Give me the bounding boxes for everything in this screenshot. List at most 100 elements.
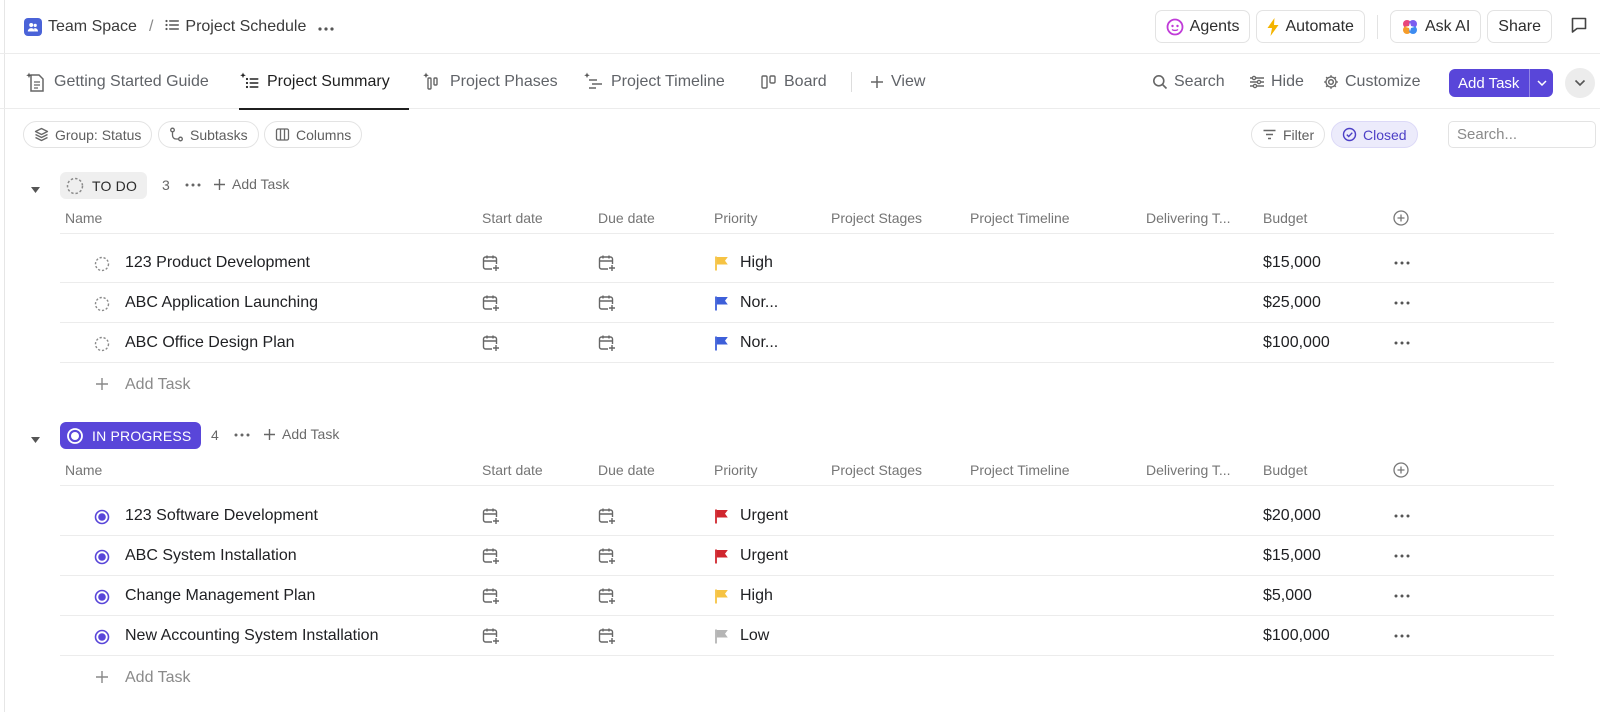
tab-board[interactable]: Board xyxy=(760,55,827,109)
todo-status-icon[interactable] xyxy=(94,256,110,275)
column-budget[interactable]: Budget xyxy=(1263,210,1307,226)
column-start-date[interactable]: Start date xyxy=(482,462,543,478)
calendar-add-icon[interactable] xyxy=(598,627,616,648)
row-more-icon[interactable] xyxy=(1393,548,1411,567)
add-column-icon[interactable] xyxy=(1393,462,1409,481)
row-more-icon[interactable] xyxy=(1393,588,1411,607)
caret-down-icon[interactable] xyxy=(30,431,41,447)
budget-value[interactable]: $15,000 xyxy=(1263,254,1321,272)
flag-urgent-icon[interactable] xyxy=(714,548,730,567)
automate-button[interactable]: Automate xyxy=(1256,10,1365,43)
hide-button[interactable]: Hide xyxy=(1249,55,1304,109)
table-row[interactable]: 123 Product Development High $15,000 xyxy=(0,243,1600,283)
calendar-add-icon[interactable] xyxy=(482,627,500,648)
search-button[interactable]: Search xyxy=(1152,55,1225,109)
status-badge[interactable]: IN PROGRESS xyxy=(60,422,202,449)
calendar-add-icon[interactable] xyxy=(482,507,500,528)
calendar-add-icon[interactable] xyxy=(482,294,500,315)
budget-value[interactable]: $100,000 xyxy=(1263,334,1330,352)
row-more-icon[interactable] xyxy=(1393,335,1411,354)
add-column-icon[interactable] xyxy=(1393,210,1409,229)
calendar-add-icon[interactable] xyxy=(482,547,500,568)
group-add-task-button[interactable]: Add Task xyxy=(263,426,339,442)
customize-button[interactable]: Customize xyxy=(1323,55,1421,109)
table-row[interactable]: 123 Software Development Urgent $20,000 xyxy=(0,496,1600,536)
flag-low-icon[interactable] xyxy=(714,628,730,647)
calendar-add-icon[interactable] xyxy=(598,294,616,315)
todo-status-icon[interactable] xyxy=(94,296,110,315)
priority-label[interactable]: Low xyxy=(740,627,769,645)
more-options-icon[interactable] xyxy=(184,176,202,197)
task-name[interactable]: ABC System Installation xyxy=(125,547,297,565)
group-add-task-button[interactable]: Add Task xyxy=(213,176,289,192)
table-row[interactable]: ABC System Installation Urgent $15,000 xyxy=(0,536,1600,576)
task-name[interactable]: 123 Product Development xyxy=(125,254,310,272)
status-badge[interactable]: TO DO xyxy=(60,172,148,199)
caret-down-icon[interactable] xyxy=(30,181,41,197)
row-more-icon[interactable] xyxy=(1393,628,1411,647)
in-progress-status-icon[interactable] xyxy=(94,629,110,648)
column-delivering[interactable]: Delivering T... xyxy=(1146,210,1231,226)
column-name[interactable]: Name xyxy=(65,462,102,478)
calendar-add-icon[interactable] xyxy=(598,507,616,528)
priority-label[interactable]: High xyxy=(740,587,773,605)
filter-button[interactable]: Filter xyxy=(1251,121,1326,148)
add-view-button[interactable]: View xyxy=(869,55,925,109)
column-priority[interactable]: Priority xyxy=(714,462,758,478)
column-due-date[interactable]: Due date xyxy=(598,462,655,478)
column-project-stages[interactable]: Project Stages xyxy=(831,210,922,226)
closed-toggle-button[interactable]: Closed xyxy=(1331,121,1418,148)
team-space-icon[interactable] xyxy=(24,18,42,36)
task-name[interactable]: ABC Application Launching xyxy=(125,294,318,312)
calendar-add-icon[interactable] xyxy=(598,547,616,568)
breadcrumb-team-space[interactable]: Team Space xyxy=(48,18,137,36)
budget-value[interactable]: $15,000 xyxy=(1263,547,1321,565)
add-task-row[interactable]: Add Task xyxy=(0,364,600,404)
add-task-row[interactable]: Add Task xyxy=(0,657,600,697)
share-button[interactable]: Share xyxy=(1487,10,1552,43)
calendar-add-icon[interactable] xyxy=(482,334,500,355)
in-progress-status-icon[interactable] xyxy=(94,509,110,528)
in-progress-status-icon[interactable] xyxy=(94,589,110,608)
more-options-icon[interactable] xyxy=(318,18,334,36)
row-more-icon[interactable] xyxy=(1393,508,1411,527)
calendar-add-icon[interactable] xyxy=(482,254,500,275)
column-project-timeline[interactable]: Project Timeline xyxy=(970,210,1070,226)
agents-button[interactable]: Agents xyxy=(1154,10,1251,43)
tab-project-timeline[interactable]: Project Timeline xyxy=(583,55,725,109)
tab-project-summary[interactable]: Project Summary xyxy=(239,55,409,110)
group-by-status-button[interactable]: Group: Status xyxy=(23,121,153,148)
more-options-icon[interactable] xyxy=(233,426,251,447)
task-name[interactable]: ABC Office Design Plan xyxy=(125,334,295,352)
todo-status-icon[interactable] xyxy=(94,336,110,355)
breadcrumb-project-schedule[interactable]: Project Schedule xyxy=(185,18,306,36)
chevron-down-icon[interactable] xyxy=(1529,69,1553,97)
task-name[interactable]: 123 Software Development xyxy=(125,507,318,525)
budget-value[interactable]: $20,000 xyxy=(1263,507,1321,525)
priority-label[interactable]: Nor... xyxy=(740,294,778,312)
table-row[interactable]: New Accounting System Installation Low $… xyxy=(0,616,1600,656)
row-more-icon[interactable] xyxy=(1393,295,1411,314)
flag-normal-icon[interactable] xyxy=(714,335,730,354)
priority-label[interactable]: Urgent xyxy=(740,507,788,525)
budget-value[interactable]: $25,000 xyxy=(1263,294,1321,312)
column-project-stages[interactable]: Project Stages xyxy=(831,462,922,478)
priority-label[interactable]: Nor... xyxy=(740,334,778,352)
add-task-button[interactable]: Add Task xyxy=(1449,69,1553,97)
column-due-date[interactable]: Due date xyxy=(598,210,655,226)
budget-value[interactable]: $5,000 xyxy=(1263,587,1312,605)
flag-high-icon[interactable] xyxy=(714,255,730,274)
budget-value[interactable]: $100,000 xyxy=(1263,627,1330,645)
table-row[interactable]: ABC Office Design Plan Nor... $100,000 xyxy=(0,323,1600,363)
column-budget[interactable]: Budget xyxy=(1263,462,1307,478)
flag-urgent-icon[interactable] xyxy=(714,508,730,527)
task-name[interactable]: Change Management Plan xyxy=(125,587,315,605)
in-progress-status-icon[interactable] xyxy=(94,549,110,568)
table-row[interactable]: Change Management Plan High $5,000 xyxy=(0,576,1600,616)
priority-label[interactable]: Urgent xyxy=(740,547,788,565)
row-more-icon[interactable] xyxy=(1393,255,1411,274)
column-name[interactable]: Name xyxy=(65,210,102,226)
calendar-add-icon[interactable] xyxy=(598,254,616,275)
calendar-add-icon[interactable] xyxy=(482,587,500,608)
task-name[interactable]: New Accounting System Installation xyxy=(125,627,378,645)
